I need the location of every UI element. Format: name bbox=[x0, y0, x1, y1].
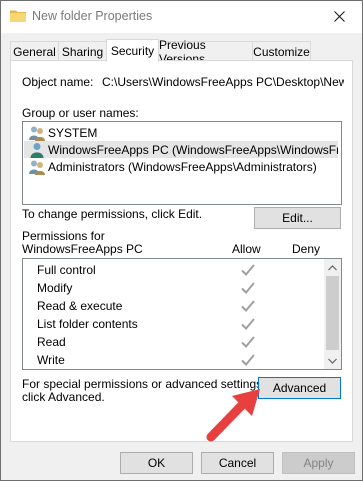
list-item-label: SYSTEM bbox=[48, 125, 98, 140]
edit-button[interactable]: Edit... bbox=[254, 207, 341, 229]
permission-row: List folder contents bbox=[24, 315, 316, 333]
permissions-for-label: Permissions for bbox=[22, 229, 105, 243]
permissions-scrollbar[interactable] bbox=[324, 259, 341, 369]
tab-label: Customize bbox=[253, 44, 310, 59]
deny-column-header: Deny bbox=[292, 242, 321, 256]
check-icon bbox=[241, 318, 255, 330]
tab-general[interactable]: General bbox=[10, 41, 59, 61]
ok-button[interactable]: OK bbox=[120, 452, 193, 474]
security-panel: Object name: C:\Users\WindowsFreeApps PC… bbox=[10, 60, 353, 442]
check-icon bbox=[241, 336, 255, 348]
permission-row: Write bbox=[24, 351, 316, 369]
scroll-down-button[interactable] bbox=[324, 352, 341, 369]
list-item-administrators[interactable]: Administrators (WindowsFreeApps\Administ… bbox=[24, 158, 338, 175]
object-name-value: C:\Users\WindowsFreeApps PC\Desktop\New … bbox=[102, 75, 344, 89]
tab-previous-versions[interactable]: Previous Versions bbox=[158, 38, 253, 66]
permission-name: List folder contents bbox=[37, 317, 138, 331]
close-button[interactable] bbox=[316, 1, 362, 32]
permission-row: Modify bbox=[24, 279, 316, 297]
permission-row: Full control bbox=[24, 261, 316, 279]
check-icon bbox=[241, 300, 255, 312]
permission-name: Modify bbox=[37, 281, 73, 295]
check-icon bbox=[241, 264, 255, 276]
cancel-button-label: Cancel bbox=[218, 456, 257, 470]
scroll-up-button[interactable] bbox=[324, 259, 341, 276]
chevron-down-icon bbox=[328, 358, 337, 364]
edit-button-label: Edit... bbox=[282, 211, 313, 225]
list-item-label: WindowsFreeApps PC (WindowsFreeApps\Wind… bbox=[48, 142, 338, 157]
tab-label: Sharing bbox=[61, 44, 104, 59]
scroll-thumb[interactable] bbox=[326, 276, 339, 350]
title-bar[interactable]: New folder Properties bbox=[1, 1, 362, 33]
permissions-list[interactable]: Full control Modify Read & execute List … bbox=[22, 258, 342, 370]
dialog-client: General Sharing Security Previous Versio… bbox=[1, 33, 362, 480]
object-name-label: Object name: bbox=[22, 75, 94, 89]
permission-name: Write bbox=[37, 353, 65, 367]
advanced-info-text-line2: click Advanced. bbox=[22, 390, 105, 404]
tab-sharing[interactable]: Sharing bbox=[58, 41, 107, 61]
permission-name: Full control bbox=[37, 263, 96, 277]
ok-button-label: OK bbox=[147, 456, 166, 470]
check-icon bbox=[241, 354, 255, 366]
group-names-list[interactable]: SYSTEM WindowsFreeApps PC (WindowsFreeAp… bbox=[22, 121, 342, 205]
annotation-arrow-icon bbox=[206, 389, 260, 442]
list-item-system[interactable]: SYSTEM bbox=[24, 124, 338, 141]
folder-icon bbox=[10, 10, 26, 22]
list-item-label: Administrators (WindowsFreeApps\Administ… bbox=[48, 159, 317, 174]
properties-window: New folder Properties General Sharing Se… bbox=[0, 0, 363, 481]
allow-column-header: Allow bbox=[232, 242, 261, 256]
tab-label: General bbox=[13, 44, 56, 59]
permissions-user-label: WindowsFreeApps PC bbox=[22, 242, 143, 256]
window-title: New folder Properties bbox=[32, 9, 153, 23]
apply-button-label: Apply bbox=[303, 456, 334, 470]
permission-row: Read bbox=[24, 333, 316, 351]
tab-security[interactable]: Security bbox=[106, 39, 159, 62]
check-icon bbox=[241, 282, 255, 294]
tab-customize[interactable]: Customize bbox=[252, 41, 311, 61]
users-group-icon bbox=[29, 160, 45, 175]
close-icon bbox=[333, 11, 345, 22]
cancel-button[interactable]: Cancel bbox=[201, 452, 274, 474]
user-icon bbox=[30, 142, 44, 158]
change-permissions-text: To change permissions, click Edit. bbox=[22, 207, 203, 221]
advanced-button-label: Advanced bbox=[272, 381, 327, 395]
permission-name: Read & execute bbox=[37, 299, 123, 313]
permission-name: Read bbox=[37, 335, 66, 349]
permission-row: Read & execute bbox=[24, 297, 316, 315]
apply-button[interactable]: Apply bbox=[282, 452, 355, 474]
advanced-button[interactable]: Advanced bbox=[258, 377, 341, 399]
tab-label: Security bbox=[110, 44, 155, 58]
chevron-up-icon bbox=[328, 264, 337, 270]
list-item-windowsfreeapps-pc[interactable]: WindowsFreeApps PC (WindowsFreeApps\Wind… bbox=[24, 141, 338, 158]
users-group-icon bbox=[29, 126, 45, 141]
group-names-label: Group or user names: bbox=[22, 106, 139, 120]
